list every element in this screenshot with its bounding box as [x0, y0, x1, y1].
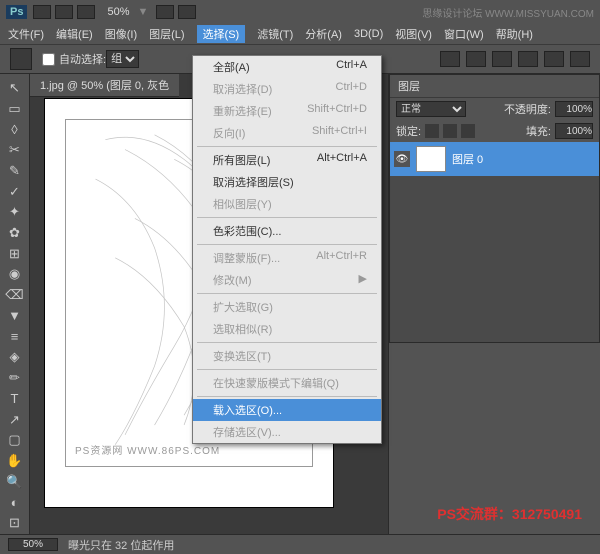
panels-dock: 图层 正常 不透明度: 锁定: 填充: 👁 图层 0: [388, 74, 600, 534]
menu-视图[interactable]: 视图(V): [395, 26, 432, 42]
tool-0[interactable]: ↖: [4, 78, 26, 98]
tool-13[interactable]: ◈: [4, 348, 26, 368]
layer-list: 👁 图层 0: [390, 142, 599, 342]
menu-窗口[interactable]: 窗口(W): [444, 26, 484, 42]
tool-21[interactable]: ⊡: [4, 513, 26, 533]
qq-group-watermark: PS交流群：312750491: [437, 504, 582, 524]
menu-item[interactable]: 所有图层(L)Alt+Ctrl+A: [193, 149, 381, 171]
menu-item: 存储选区(V)...: [193, 421, 381, 443]
align-icon-3[interactable]: [492, 51, 512, 67]
layer-row[interactable]: 👁 图层 0: [390, 142, 599, 176]
menu-编辑[interactable]: 编辑(E): [56, 26, 93, 42]
menu-分析[interactable]: 分析(A): [305, 26, 342, 42]
menu-item[interactable]: 全部(A)Ctrl+A: [193, 56, 381, 78]
status-bar: 曝光只在 32 位起作用: [0, 534, 600, 554]
menu-item: 修改(M)▶: [193, 269, 381, 291]
tool-2[interactable]: ◊: [4, 119, 26, 139]
menu-3d[interactable]: 3D(D): [354, 28, 383, 40]
opacity-label: 不透明度:: [504, 101, 551, 117]
fill-input[interactable]: [555, 123, 593, 139]
tool-4[interactable]: ✎: [4, 161, 26, 181]
title-bar: Ps 50% ▼ 思缘设计论坛 WWW.MISSYUAN.COM: [0, 0, 600, 24]
bridge-icon[interactable]: [33, 5, 51, 19]
menu-item: 调整蒙版(F)...Alt+Ctrl+R: [193, 247, 381, 269]
menu-图像[interactable]: 图像(I): [105, 26, 137, 42]
status-zoom-input[interactable]: [8, 538, 58, 551]
menu-图层[interactable]: 图层(L): [149, 26, 184, 42]
menu-item: 在快速蒙版模式下编辑(Q): [193, 372, 381, 394]
menu-文件[interactable]: 文件(F): [8, 26, 44, 42]
tool-9[interactable]: ◉: [4, 265, 26, 285]
mb-icon[interactable]: [55, 5, 73, 19]
align-icon-2[interactable]: [466, 51, 486, 67]
document-tab[interactable]: 1.jpg @ 50% (图层 0, 灰色: [30, 74, 179, 97]
tool-18[interactable]: ✋: [4, 451, 26, 471]
tool-19[interactable]: 🔍: [4, 472, 26, 492]
tool-20[interactable]: ◐: [4, 493, 26, 513]
menu-item: 重新选择(E)Shift+Ctrl+D: [193, 100, 381, 122]
tool-17[interactable]: ▢: [4, 430, 26, 450]
menu-item: 变换选区(T): [193, 345, 381, 367]
tool-11[interactable]: ▼: [4, 306, 26, 326]
menu-bar: 文件(F) 编辑(E) 图像(I) 图层(L) 选择(S) 滤镜(T) 分析(A) 3D(D)…: [0, 24, 600, 44]
menu-item: 选取相似(R): [193, 318, 381, 340]
tool-7[interactable]: ✿: [4, 223, 26, 243]
lock-all-icon[interactable]: [461, 124, 475, 138]
menu-选择[interactable]: 选择(S): [197, 25, 246, 43]
tool-12[interactable]: ≡: [4, 327, 26, 347]
tool-6[interactable]: ✦: [4, 202, 26, 222]
toolbox: ↖▭◊✂✎✓✦✿⊞◉⌫▼≡◈✏T↗▢✋🔍◐⊡: [0, 74, 30, 534]
fill-label: 填充:: [526, 123, 551, 139]
tool-3[interactable]: ✂: [4, 140, 26, 160]
auto-select-label: 自动选择:: [59, 51, 106, 67]
menu-item: 相似图层(Y): [193, 193, 381, 215]
layers-panel-title[interactable]: 图层: [390, 75, 599, 98]
menu-帮助[interactable]: 帮助(H): [496, 26, 533, 42]
menu-item[interactable]: 取消选择图层(S): [193, 171, 381, 193]
tool-8[interactable]: ⊞: [4, 244, 26, 264]
align-icon-1[interactable]: [440, 51, 460, 67]
lock-label: 锁定:: [396, 123, 421, 139]
menu-item: 反向(I)Shift+Ctrl+I: [193, 122, 381, 144]
select-menu-dropdown: 全部(A)Ctrl+A取消选择(D)Ctrl+D重新选择(E)Shift+Ctr…: [192, 55, 382, 444]
arrange-icon[interactable]: [178, 5, 196, 19]
blend-mode-dropdown[interactable]: 正常: [396, 101, 466, 117]
menu-item: 取消选择(D)Ctrl+D: [193, 78, 381, 100]
tool-15[interactable]: T: [4, 389, 26, 409]
canvas-watermark: PS资源网 WWW.86PS.COM: [75, 442, 220, 457]
menu-item[interactable]: 色彩范围(C)...: [193, 220, 381, 242]
menu-item[interactable]: 载入选区(O)...: [193, 399, 381, 421]
tool-5[interactable]: ✓: [4, 182, 26, 202]
tool-16[interactable]: ↗: [4, 410, 26, 430]
tool-10[interactable]: ⌫: [4, 285, 26, 305]
current-tool-icon[interactable]: [10, 48, 32, 70]
lock-position-icon[interactable]: [443, 124, 457, 138]
auto-select-dropdown[interactable]: 组: [106, 50, 139, 68]
align-icon-5[interactable]: [544, 51, 564, 67]
tool-14[interactable]: ✏: [4, 368, 26, 388]
screen-icon[interactable]: [77, 5, 95, 19]
menu-item: 扩大选取(G): [193, 296, 381, 318]
align-icon-6[interactable]: [570, 51, 590, 67]
visibility-icon[interactable]: 👁: [394, 151, 410, 167]
forum-text: 思缘设计论坛 WWW.MISSYUAN.COM: [422, 5, 594, 20]
tool-1[interactable]: ▭: [4, 99, 26, 119]
ps-logo: Ps: [6, 5, 27, 19]
layer-thumbnail[interactable]: [416, 146, 446, 172]
opacity-input[interactable]: [555, 101, 593, 117]
layers-panel: 图层 正常 不透明度: 锁定: 填充: 👁 图层 0: [389, 74, 600, 343]
layer-name[interactable]: 图层 0: [452, 151, 483, 167]
align-icon-4[interactable]: [518, 51, 538, 67]
hand-icon[interactable]: [156, 5, 174, 19]
lock-pixels-icon[interactable]: [425, 124, 439, 138]
zoom-level[interactable]: 50%: [107, 6, 129, 18]
auto-select-checkbox[interactable]: [42, 53, 55, 66]
status-text: 曝光只在 32 位起作用: [68, 537, 174, 553]
menu-滤镜[interactable]: 滤镜(T): [257, 26, 293, 42]
